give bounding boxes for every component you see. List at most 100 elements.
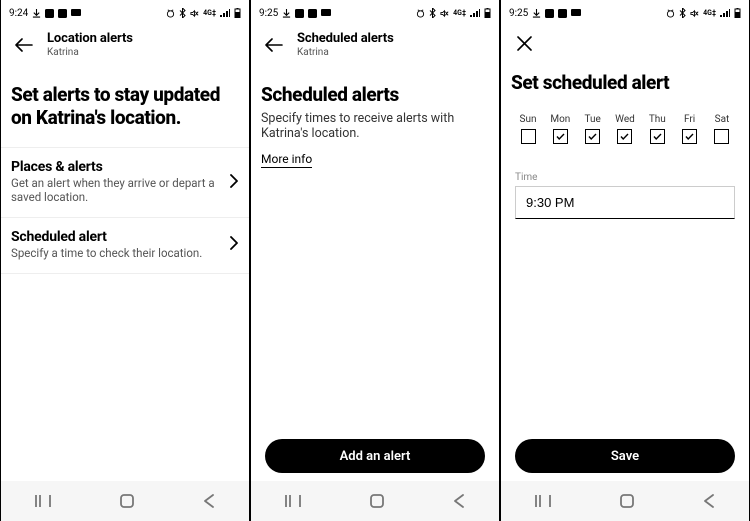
day-thu[interactable]: Thu xyxy=(644,114,670,144)
row-subtitle: Specify a time to check their location. xyxy=(11,247,202,261)
time-field-label: Time xyxy=(515,172,735,183)
page-headline: Set alerts to stay updated on Katrina's … xyxy=(1,72,249,147)
app-icon xyxy=(45,9,54,18)
mute-icon xyxy=(190,9,199,18)
row-subtitle: Get an alert when they arrive or depart … xyxy=(11,177,222,205)
status-bar: 9:25 4G‡ xyxy=(501,0,749,26)
nav-back-button[interactable] xyxy=(203,494,215,508)
chevron-right-icon xyxy=(230,235,239,254)
home-button[interactable] xyxy=(369,493,385,509)
header xyxy=(501,26,749,68)
network-icon: 4G‡ xyxy=(453,9,466,17)
headline-text: Scheduled alerts xyxy=(261,84,489,106)
day-label: Fri xyxy=(684,114,695,125)
signal-icon xyxy=(220,9,230,17)
battery-icon xyxy=(234,8,241,18)
headline-text: Set alerts to stay updated on Katrina's … xyxy=(11,84,239,129)
screen-set-scheduled-alert: 9:25 4G‡ Set scheduled alert Sun Mon xyxy=(500,0,750,521)
mute-icon xyxy=(440,9,449,18)
row-title: Scheduled alert xyxy=(11,229,202,245)
network-icon: 4G‡ xyxy=(703,9,716,17)
save-button[interactable]: Save xyxy=(515,439,735,473)
day-label: Sat xyxy=(715,114,730,125)
nav-back-button[interactable] xyxy=(453,494,465,508)
time-field-group: Time xyxy=(501,172,749,219)
battery-icon xyxy=(734,8,741,18)
add-alert-button[interactable]: Add an alert xyxy=(265,439,485,473)
day-label: Tue xyxy=(584,114,600,125)
page-headline: Scheduled alerts Specify times to receiv… xyxy=(251,72,499,186)
android-nav-bar xyxy=(501,481,749,521)
home-button[interactable] xyxy=(119,493,135,509)
alarm-icon xyxy=(666,9,675,18)
more-info-link[interactable]: More info xyxy=(261,152,312,168)
status-time: 9:25 xyxy=(509,8,528,19)
recents-button[interactable] xyxy=(535,494,551,508)
checkbox-icon xyxy=(714,129,729,144)
bluetooth-icon xyxy=(429,8,436,18)
checkbox-checked-icon xyxy=(650,129,665,144)
row-title: Places & alerts xyxy=(11,159,222,175)
day-sat[interactable]: Sat xyxy=(709,114,735,144)
app-icon xyxy=(558,9,567,18)
header-title: Location alerts xyxy=(47,32,133,47)
back-button[interactable] xyxy=(263,38,285,52)
day-label: Sun xyxy=(520,114,537,125)
row-places-alerts[interactable]: Places & alerts Get an alert when they a… xyxy=(1,148,249,218)
page-headline: Set scheduled alert xyxy=(501,68,749,112)
day-tue[interactable]: Tue xyxy=(580,114,606,144)
alarm-icon xyxy=(416,9,425,18)
day-selector: Sun Mon Tue Wed Thu Fri Sat xyxy=(501,114,749,144)
day-label: Thu xyxy=(649,114,666,125)
recents-button[interactable] xyxy=(285,494,301,508)
checkbox-checked-icon xyxy=(617,129,632,144)
back-button[interactable] xyxy=(13,38,35,52)
button-label: Save xyxy=(611,449,639,464)
network-icon: 4G‡ xyxy=(203,9,216,17)
chevron-right-icon xyxy=(230,173,239,192)
screen-scheduled-alerts: 9:25 4G‡ Scheduled alerts Katrina Schedu… xyxy=(250,0,500,521)
day-sun[interactable]: Sun xyxy=(515,114,541,144)
day-wed[interactable]: Wed xyxy=(612,114,638,144)
alarm-icon xyxy=(166,9,175,18)
status-time: 9:25 xyxy=(259,8,278,19)
time-input[interactable] xyxy=(515,186,735,219)
checkbox-checked-icon xyxy=(585,129,600,144)
button-label: Add an alert xyxy=(340,449,411,464)
bluetooth-icon xyxy=(179,8,186,18)
app-icon xyxy=(295,9,304,18)
android-nav-bar xyxy=(251,481,499,521)
download-icon xyxy=(532,9,541,18)
signal-icon xyxy=(470,9,480,17)
day-label: Mon xyxy=(550,114,570,125)
recents-button[interactable] xyxy=(35,494,51,508)
row-scheduled-alert[interactable]: Scheduled alert Specify a time to check … xyxy=(1,218,249,274)
close-button[interactable] xyxy=(513,36,535,51)
header: Scheduled alerts Katrina xyxy=(251,26,499,72)
mute-icon xyxy=(690,9,699,18)
android-nav-bar xyxy=(1,481,249,521)
status-bar: 9:24 4G‡ xyxy=(1,0,249,26)
status-bar: 9:25 4G‡ xyxy=(251,0,499,26)
headline-text: Set scheduled alert xyxy=(511,72,739,94)
message-icon xyxy=(321,9,331,17)
header-subtitle: Katrina xyxy=(297,47,394,59)
battery-icon xyxy=(484,8,491,18)
screen-location-alerts: 9:24 4G‡ Location alerts Katrina Set ale… xyxy=(0,0,250,521)
signal-icon xyxy=(720,9,730,17)
app-icon xyxy=(308,9,317,18)
options-list: Places & alerts Get an alert when they a… xyxy=(1,147,249,273)
day-fri[interactable]: Fri xyxy=(677,114,703,144)
message-icon xyxy=(71,9,81,17)
header-subtitle: Katrina xyxy=(47,47,133,59)
home-button[interactable] xyxy=(619,493,635,509)
day-mon[interactable]: Mon xyxy=(547,114,573,144)
download-icon xyxy=(32,9,41,18)
headline-subtext: Specify times to receive alerts with Kat… xyxy=(261,111,489,142)
download-icon xyxy=(282,9,291,18)
nav-back-button[interactable] xyxy=(703,494,715,508)
checkbox-icon xyxy=(521,129,536,144)
header: Location alerts Katrina xyxy=(1,26,249,72)
message-icon xyxy=(571,9,581,17)
header-title: Scheduled alerts xyxy=(297,32,394,47)
